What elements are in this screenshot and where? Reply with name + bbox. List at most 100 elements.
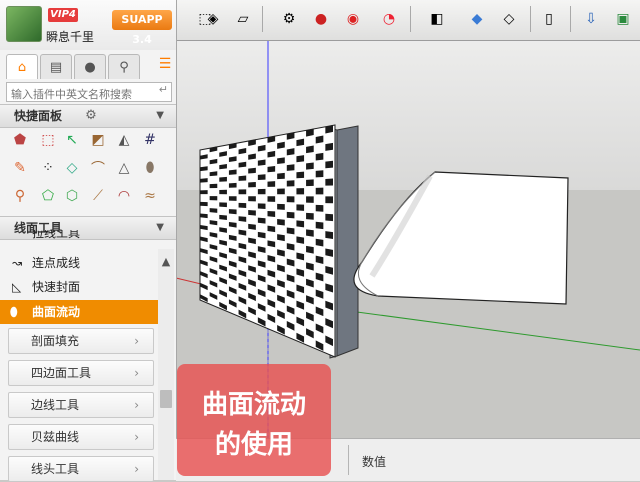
submenu-button[interactable]: 线头工具 › <box>8 456 154 482</box>
suapp-badge[interactable]: SUAPP 3.4 <box>112 10 172 46</box>
list-item[interactable]: ◺ 快速封面 <box>6 275 156 299</box>
barrel-icon[interactable]: ⬮ <box>140 158 160 178</box>
twist-icon[interactable]: ≈ <box>140 186 160 206</box>
brick-gap <box>325 231 333 239</box>
submenu-button[interactable]: 贝兹曲线 › <box>8 424 154 450</box>
pencil-icon[interactable]: ✎ <box>10 158 30 178</box>
outline-cube-icon[interactable]: ◇ <box>496 6 522 32</box>
brick-gap <box>267 210 276 217</box>
brick-gap <box>306 229 314 237</box>
cube-icon[interactable]: ◧ <box>424 6 450 32</box>
list-menu-icon[interactable]: ☰ <box>156 54 174 74</box>
brick-gap <box>277 219 285 226</box>
seal-face-icon: ◺ <box>12 280 22 294</box>
brick-gap <box>286 164 295 171</box>
plugin-search: ↵ <box>6 82 172 103</box>
chevron-up-icon[interactable]: ▲ <box>158 255 174 269</box>
triangle-icon[interactable]: △ <box>114 158 134 178</box>
list-item[interactable]: 拉线工具 <box>6 230 156 242</box>
brick-gap <box>248 196 256 202</box>
surface-flow-icon: ⬮ <box>10 305 18 319</box>
brick-gap <box>306 162 314 170</box>
chevron-right-icon: › <box>134 462 139 476</box>
arc-icon[interactable]: ◠ <box>114 186 134 206</box>
brick-gap <box>315 152 324 161</box>
chevron-right-icon: › <box>134 334 139 348</box>
home-icon[interactable]: ⌂ <box>6 54 38 79</box>
brick-gap <box>248 210 256 216</box>
brick-gap <box>315 204 324 212</box>
brick-gap <box>228 196 237 201</box>
submenu-label: 线头工具 <box>31 462 80 476</box>
brick-gap <box>257 188 266 195</box>
enter-icon[interactable]: ↵ <box>159 83 168 96</box>
scroll-thumb[interactable] <box>160 390 172 408</box>
panel-tabs: ⌂ ▤ ● ⚲ <box>0 52 176 80</box>
brick-gap <box>315 221 324 230</box>
paint-icon[interactable]: ⬟ <box>10 130 30 150</box>
ruler-icon[interactable]: ⟋ <box>88 186 108 206</box>
quick-panel-header[interactable]: 快捷面板 ⚙ ▼ <box>0 104 176 128</box>
brick-gap <box>286 196 295 203</box>
door-icon[interactable]: ▯ <box>536 6 562 32</box>
brick-gap <box>277 188 285 195</box>
item-label: 快速封面 <box>32 280 81 294</box>
brick-gap <box>257 174 266 181</box>
submenu-label: 四边面工具 <box>31 366 92 380</box>
brick-gap <box>219 176 227 182</box>
chain-icon[interactable]: ⚲ <box>10 186 30 206</box>
texture-cube-icon[interactable]: ◆ <box>464 6 490 32</box>
pentagon-icon[interactable]: ⬠ <box>38 186 58 206</box>
brick-gap <box>238 216 247 222</box>
brick-gap <box>325 160 333 169</box>
eraser-icon[interactable]: ▱ <box>230 6 256 32</box>
brick-gap <box>296 155 305 163</box>
panel-header: VIP4 瞬息千里 SUAPP 3.4 <box>0 0 176 50</box>
submenu-button[interactable]: 边线工具 › <box>8 392 154 418</box>
arrow-icon[interactable]: ↖ <box>62 130 82 150</box>
rss-icon[interactable]: ◔ <box>376 6 402 32</box>
dots-icon[interactable]: ⁘ <box>38 158 58 178</box>
brick-gap <box>315 170 324 178</box>
brick-gap <box>209 196 218 201</box>
gears-icon[interactable]: ⚙ <box>276 6 302 32</box>
toolbar-separator <box>262 6 263 32</box>
submenu-button[interactable]: 剖面填充 › <box>8 328 154 354</box>
gear-icon[interactable]: ⚙ <box>82 108 100 124</box>
connect-dots-icon: ↝ <box>12 256 23 270</box>
brick-gap <box>267 196 276 202</box>
list-item-active[interactable]: ⬮ 曲面流动 <box>0 300 158 324</box>
download-box-icon[interactable]: ⇩ <box>578 6 604 32</box>
bend-icon[interactable]: ⌒ <box>88 158 108 178</box>
avatar[interactable] <box>6 6 42 42</box>
chevron-down-icon[interactable]: ▼ <box>156 217 164 239</box>
user-icon[interactable]: ● <box>74 54 106 79</box>
vip-badge: VIP4 <box>48 8 78 22</box>
box-icon[interactable]: ◩ <box>88 130 108 150</box>
grid-icon[interactable]: # <box>140 130 160 150</box>
hexagon-icon[interactable]: ⬡ <box>62 186 82 206</box>
toolbar-separator <box>410 6 411 32</box>
chevron-down-icon[interactable]: ▼ <box>156 105 164 127</box>
diamond-icon[interactable]: ◇ <box>62 158 82 178</box>
search-icon[interactable]: ⚲ <box>108 54 140 79</box>
brick-gap <box>200 201 208 207</box>
green-box-icon[interactable]: ▣ <box>610 6 636 32</box>
curved-surface <box>353 171 569 305</box>
caption-line-1: 曲面流动 <box>201 390 306 420</box>
select-rect-icon[interactable]: ⬚ <box>38 130 58 150</box>
chevron-right-icon: › <box>134 430 139 444</box>
red-dome-icon[interactable]: ◉ <box>340 6 366 32</box>
item-label: 曲面流动 <box>32 305 81 319</box>
submenu-button[interactable]: 四边面工具 › <box>8 360 154 386</box>
panel-scrollbar[interactable]: ▲ <box>158 249 174 480</box>
wedge-icon[interactable]: ◭ <box>114 130 134 150</box>
brick-gap <box>219 189 227 195</box>
list-item[interactable]: ↝ 连点成线 <box>6 251 156 275</box>
brick-gap <box>277 203 285 210</box>
brick-gap <box>267 166 276 173</box>
red-button-icon[interactable]: ● <box>308 6 334 32</box>
push-pull-icon[interactable]: ◈ <box>200 6 226 32</box>
keyboard-icon[interactable]: ▤ <box>40 54 72 79</box>
search-input[interactable] <box>7 86 157 103</box>
